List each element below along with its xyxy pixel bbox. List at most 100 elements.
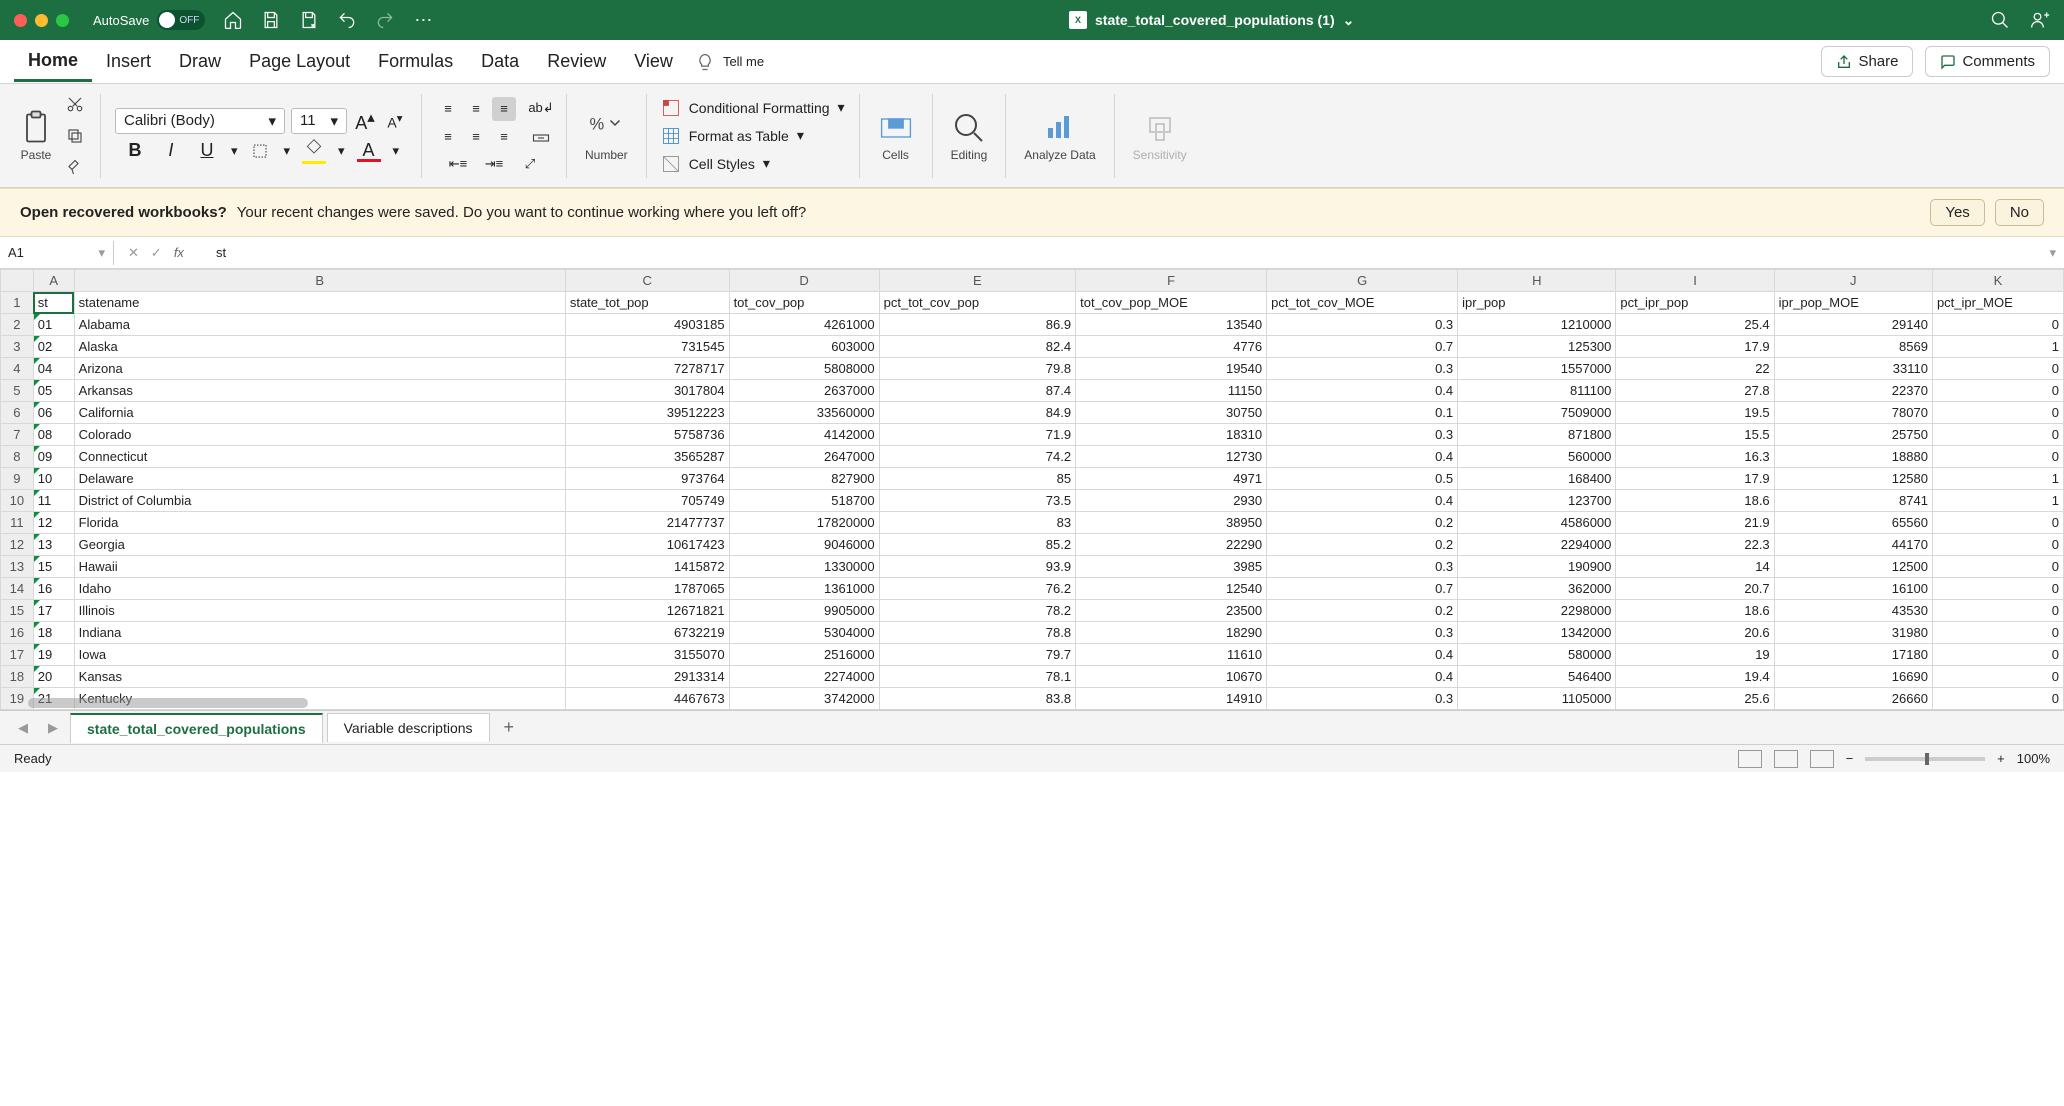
cell[interactable]: 0.2 (1267, 534, 1458, 556)
name-box[interactable]: A1▾ (0, 241, 114, 265)
cell[interactable]: 87.4 (879, 380, 1075, 402)
cell[interactable]: 17180 (1774, 644, 1932, 666)
cell[interactable]: 190900 (1458, 556, 1616, 578)
cell[interactable]: 1105000 (1458, 688, 1616, 710)
cell[interactable]: 6732219 (565, 622, 729, 644)
font-color-icon[interactable]: A (357, 140, 381, 162)
page-break-view-icon[interactable] (1810, 750, 1834, 768)
wrap-text-icon[interactable]: ab↲ (530, 97, 552, 119)
row-header[interactable]: 2 (1, 314, 34, 336)
cell[interactable]: 13540 (1076, 314, 1267, 336)
number-format-button[interactable]: % Number (581, 106, 632, 166)
cell[interactable]: 0.4 (1267, 490, 1458, 512)
save-icon[interactable] (261, 10, 281, 30)
row-header[interactable]: 15 (1, 600, 34, 622)
cell[interactable]: 0.2 (1267, 600, 1458, 622)
cell[interactable]: Arizona (74, 358, 565, 380)
cell[interactable]: 44170 (1774, 534, 1932, 556)
cell[interactable]: 2294000 (1458, 534, 1616, 556)
accept-formula-icon[interactable]: ✓ (151, 245, 162, 261)
cell[interactable]: 27.8 (1616, 380, 1774, 402)
cell[interactable]: 3565287 (565, 446, 729, 468)
cell[interactable]: 4467673 (565, 688, 729, 710)
recovered-yes-button[interactable]: Yes (1930, 199, 1984, 226)
cell[interactable]: 02 (33, 336, 74, 358)
cell[interactable]: 2298000 (1458, 600, 1616, 622)
column-header[interactable]: D (729, 270, 879, 292)
editing-button[interactable]: Editing (947, 106, 992, 166)
sheet-next-icon[interactable]: ▶ (40, 720, 66, 736)
cell[interactable]: 2913314 (565, 666, 729, 688)
cell[interactable]: 14910 (1076, 688, 1267, 710)
format-as-table-button[interactable]: Format as Table ▾ (661, 124, 804, 148)
cell[interactable]: 15 (33, 556, 74, 578)
cell[interactable]: 0.3 (1267, 424, 1458, 446)
cell[interactable]: 39512223 (565, 402, 729, 424)
cell[interactable]: 0.7 (1267, 336, 1458, 358)
cell[interactable]: 12580 (1774, 468, 1932, 490)
tab-review[interactable]: Review (533, 43, 620, 80)
cell[interactable]: tot_cov_pop_MOE (1076, 292, 1267, 314)
align-left-icon[interactable]: ≡ (436, 125, 460, 149)
cell[interactable]: 0.3 (1267, 688, 1458, 710)
cell[interactable]: 3985 (1076, 556, 1267, 578)
cell[interactable]: 11610 (1076, 644, 1267, 666)
bold-button[interactable]: B (123, 140, 147, 161)
cell[interactable]: 1787065 (565, 578, 729, 600)
cell[interactable]: 19 (1616, 644, 1774, 666)
cell[interactable]: 0 (1932, 402, 2063, 424)
cell[interactable]: 0 (1932, 622, 2063, 644)
row-header[interactable]: 9 (1, 468, 34, 490)
cell[interactable]: pct_tot_cov_MOE (1267, 292, 1458, 314)
save-as-icon[interactable] (299, 10, 319, 30)
cell-styles-button[interactable]: Cell Styles ▾ (661, 152, 770, 176)
row-header[interactable]: 10 (1, 490, 34, 512)
cell[interactable]: 4261000 (729, 314, 879, 336)
underline-dropdown[interactable]: ▾ (231, 143, 238, 159)
cell[interactable]: 09 (33, 446, 74, 468)
cell[interactable]: 38950 (1076, 512, 1267, 534)
zoom-in-button[interactable]: + (1997, 751, 2005, 766)
cell[interactable]: 0 (1932, 358, 2063, 380)
fill-color-icon[interactable] (302, 138, 326, 164)
cell[interactable]: 1557000 (1458, 358, 1616, 380)
account-icon[interactable] (2030, 10, 2050, 30)
redo-icon[interactable] (375, 10, 395, 30)
cell[interactable]: 3155070 (565, 644, 729, 666)
cell[interactable]: 580000 (1458, 644, 1616, 666)
cell[interactable]: 18290 (1076, 622, 1267, 644)
cell[interactable]: st (33, 292, 74, 314)
cell[interactable]: 17.9 (1616, 336, 1774, 358)
cell[interactable]: 560000 (1458, 446, 1616, 468)
cell[interactable]: 85 (879, 468, 1075, 490)
cell[interactable]: 12540 (1076, 578, 1267, 600)
cell[interactable]: 14 (1616, 556, 1774, 578)
cell[interactable]: 5758736 (565, 424, 729, 446)
cell[interactable]: pct_ipr_MOE (1932, 292, 2063, 314)
cell[interactable]: 0.5 (1267, 468, 1458, 490)
cell[interactable]: 0 (1932, 578, 2063, 600)
cell[interactable]: pct_tot_cov_pop (879, 292, 1075, 314)
cell[interactable]: 12500 (1774, 556, 1932, 578)
cell[interactable]: Alabama (74, 314, 565, 336)
cell[interactable]: 1 (1932, 490, 2063, 512)
conditional-formatting-button[interactable]: Conditional Formatting ▾ (661, 96, 845, 120)
cell[interactable]: 83.8 (879, 688, 1075, 710)
cell[interactable]: 25.6 (1616, 688, 1774, 710)
cell[interactable]: 13 (33, 534, 74, 556)
cell[interactable]: 11150 (1076, 380, 1267, 402)
cell[interactable]: 0.4 (1267, 666, 1458, 688)
toggle-switch[interactable]: OFF (157, 10, 205, 30)
cells-button[interactable]: Cells (874, 106, 918, 166)
cell[interactable]: 0.4 (1267, 644, 1458, 666)
page-layout-view-icon[interactable] (1774, 750, 1798, 768)
cell[interactable]: 0 (1932, 424, 2063, 446)
fx-icon[interactable]: fx (174, 245, 184, 260)
tell-me[interactable]: Tell me (695, 52, 764, 72)
cell[interactable]: 85.2 (879, 534, 1075, 556)
column-header[interactable]: A (33, 270, 74, 292)
cell[interactable]: 2637000 (729, 380, 879, 402)
cell[interactable]: 4586000 (1458, 512, 1616, 534)
cell[interactable]: 4903185 (565, 314, 729, 336)
cell[interactable]: 33110 (1774, 358, 1932, 380)
